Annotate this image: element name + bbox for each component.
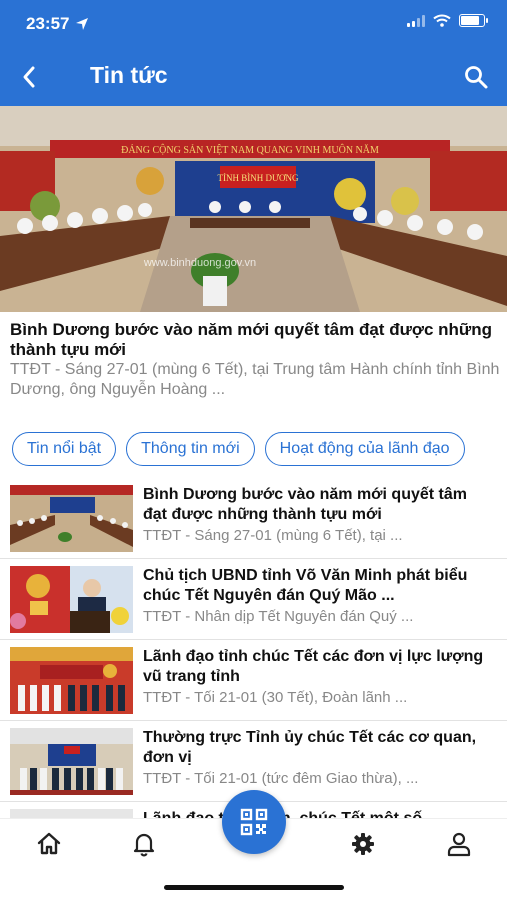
list-item[interactable]: Lãnh đạo tỉnh chúc Tết các đơn vị lực lư… (0, 640, 507, 721)
qr-scan-button[interactable] (222, 790, 286, 854)
featured-summary: TTĐT - Sáng 27-01 (mùng 6 Tết), tại Trun… (10, 361, 500, 398)
home-icon[interactable] (36, 831, 62, 857)
location-arrow-icon (76, 18, 89, 30)
status-indicators (407, 14, 488, 27)
category-tabs: Tin nổi bật Thông tin mới Hoạt động của … (12, 432, 507, 468)
status-time: 23:57 (26, 14, 89, 34)
search-icon[interactable] (463, 64, 489, 90)
article-summary: TTĐT - Nhân dịp Tết Nguyên đán Quý ... (143, 608, 414, 625)
article-thumbnail (10, 566, 133, 633)
sign-text: TỈNH BÌNH DƯƠNG (218, 173, 299, 183)
chip-hoat-dong-lanh-dao[interactable]: Hoạt động của lãnh đạo (264, 432, 465, 466)
wifi-icon (433, 14, 451, 27)
featured-image[interactable]: ĐẢNG CỘNG SẢN VIỆT NAM QUANG VINH MUÔN N… (0, 106, 507, 312)
list-item[interactable]: Bình Dương bước vào năm mới quyết tâm đạ… (0, 478, 507, 559)
chevron-left-icon[interactable] (16, 62, 42, 92)
article-summary: TTĐT - Tối 21-01 (tức đêm Giao thừa), ..… (143, 770, 419, 787)
qr-code-icon (240, 808, 268, 836)
bell-icon[interactable] (131, 831, 157, 857)
article-summary: TTĐT - Sáng 27-01 (mùng 6 Tết), tại ... (143, 527, 403, 544)
article-thumbnail (10, 485, 133, 552)
banner-text: ĐẢNG CỘNG SẢN VIỆT NAM QUANG VINH MUÔN N… (121, 144, 379, 156)
watermark-text: www.binhduong.gov.vn (143, 257, 256, 269)
chip-thong-tin-moi[interactable]: Thông tin mới (126, 432, 255, 466)
list-item[interactable]: Chủ tịch UBND tỉnh Võ Văn Minh phát biểu… (0, 559, 507, 640)
featured-title[interactable]: Bình Dương bước vào năm mới quyết tâm đạ… (10, 320, 500, 360)
article-thumbnail (10, 728, 133, 795)
cellular-signal-icon (407, 14, 425, 27)
article-thumbnail (10, 647, 133, 714)
page-title: Tin tức (90, 62, 168, 88)
status-time-text: 23:57 (26, 14, 70, 33)
article-title: Bình Dương bước vào năm mới quyết tâm đạ… (143, 486, 467, 523)
article-title: Chủ tịch UBND tỉnh Võ Văn Minh phát biểu… (143, 567, 468, 604)
battery-icon (459, 14, 488, 27)
article-title: Lãnh đạo tỉnh chúc Tết các đơn vị lực lư… (143, 648, 484, 685)
top-app-bar: 23:57 Tin tức (0, 0, 507, 106)
article-summary: TTĐT - Tối 21-01 (30 Tết), Đoàn lãnh ... (143, 689, 408, 706)
chip-tin-noi-bat[interactable]: Tin nổi bật (12, 432, 117, 466)
article-title: Thường trực Tỉnh ủy chúc Tết các cơ quan… (143, 729, 477, 766)
gear-icon[interactable] (350, 831, 376, 857)
home-indicator (164, 885, 344, 890)
user-icon[interactable] (446, 831, 472, 857)
